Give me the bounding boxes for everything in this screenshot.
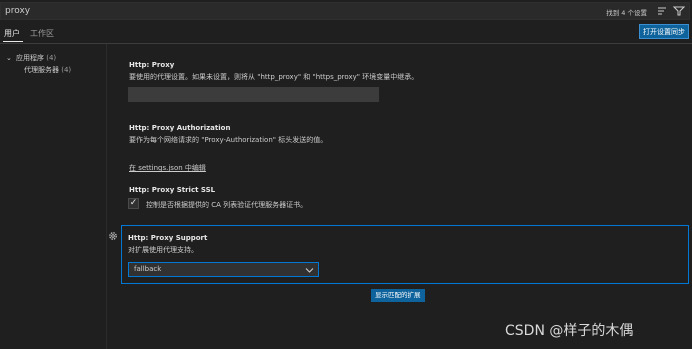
edit-in-settings-json-link[interactable]: 在 settings.json 中编辑 bbox=[129, 164, 206, 172]
setting-description: 要使用的代理设置。如果未设置，则将从 "http_proxy" 和 "https… bbox=[129, 73, 419, 81]
tree-item-label: 应用程序 bbox=[16, 54, 44, 62]
setting-http-proxy: Http: Proxy 要使用的代理设置。如果未设置，则将从 "http_pro… bbox=[122, 61, 688, 109]
settings-search-input[interactable] bbox=[5, 3, 505, 19]
setting-description: 要作为每个网络请求的 "Proxy-Authorization" 标头发送的值。 bbox=[129, 136, 328, 144]
setting-title: Http: Proxy bbox=[129, 61, 175, 69]
setting-title: Http: Proxy Strict SSL bbox=[129, 186, 216, 194]
strict-ssl-checkbox[interactable]: ✓ bbox=[128, 198, 139, 209]
settings-search-bar: 找到 4 个设置 bbox=[0, 2, 690, 20]
search-result-count: 找到 4 个设置 bbox=[606, 9, 647, 17]
tree-item-count: (4) bbox=[46, 54, 57, 62]
toc-sash[interactable] bbox=[106, 44, 107, 349]
turn-on-settings-sync-button[interactable]: 打开设置同步 bbox=[639, 24, 689, 39]
gear-icon[interactable] bbox=[108, 231, 118, 241]
settings-toc-tree: ⌄ 应用程序 (4) 代理服务器 (4) bbox=[0, 52, 105, 76]
header-divider bbox=[0, 43, 692, 44]
watermark: CSDN @样子的木偶 bbox=[505, 323, 634, 339]
checkbox-label: 控制是否根据提供的 CA 列表验证代理服务器证书。 bbox=[146, 201, 308, 209]
proxy-support-select[interactable]: fallback bbox=[128, 262, 319, 277]
setting-proxy-support: Http: Proxy Support 对扩展使用代理支持。 fallback bbox=[121, 225, 689, 284]
clear-filter-icon[interactable] bbox=[657, 6, 669, 16]
chevron-down-icon bbox=[305, 268, 314, 273]
chevron-down-icon: ⌄ bbox=[6, 54, 12, 62]
setting-title: Http: Proxy Authorization bbox=[129, 124, 231, 132]
setting-proxy-strict-ssl: Http: Proxy Strict SSL ✓ 控制是否根据提供的 CA 列表… bbox=[122, 186, 688, 214]
http-proxy-input[interactable] bbox=[128, 87, 379, 102]
tab-workspace[interactable]: 工作区 bbox=[30, 28, 54, 39]
settings-scope-tabs: 用户 工作区 bbox=[0, 24, 692, 42]
select-value: fallback bbox=[134, 265, 162, 273]
active-tab-indicator bbox=[3, 41, 23, 42]
setting-title: Http: Proxy Support bbox=[128, 234, 208, 242]
tree-item-application[interactable]: ⌄ 应用程序 (4) bbox=[0, 52, 105, 64]
show-matching-extensions-button[interactable]: 显示匹配的扩展 bbox=[371, 289, 425, 302]
settings-editor: 找到 4 个设置 用户 工作区 打开设置同步 ⌄ 应用程序 (4) 代理服务器 (… bbox=[0, 0, 692, 349]
filter-icon[interactable] bbox=[673, 6, 685, 16]
tab-user[interactable]: 用户 bbox=[4, 28, 20, 39]
tree-item-proxy[interactable]: 代理服务器 (4) bbox=[0, 64, 105, 76]
setting-description: 对扩展使用代理支持。 bbox=[128, 246, 198, 254]
tree-item-count: (4) bbox=[61, 66, 72, 74]
setting-proxy-authorization: Http: Proxy Authorization 要作为每个网络请求的 "Pr… bbox=[122, 124, 688, 172]
tree-item-label: 代理服务器 bbox=[24, 66, 59, 74]
